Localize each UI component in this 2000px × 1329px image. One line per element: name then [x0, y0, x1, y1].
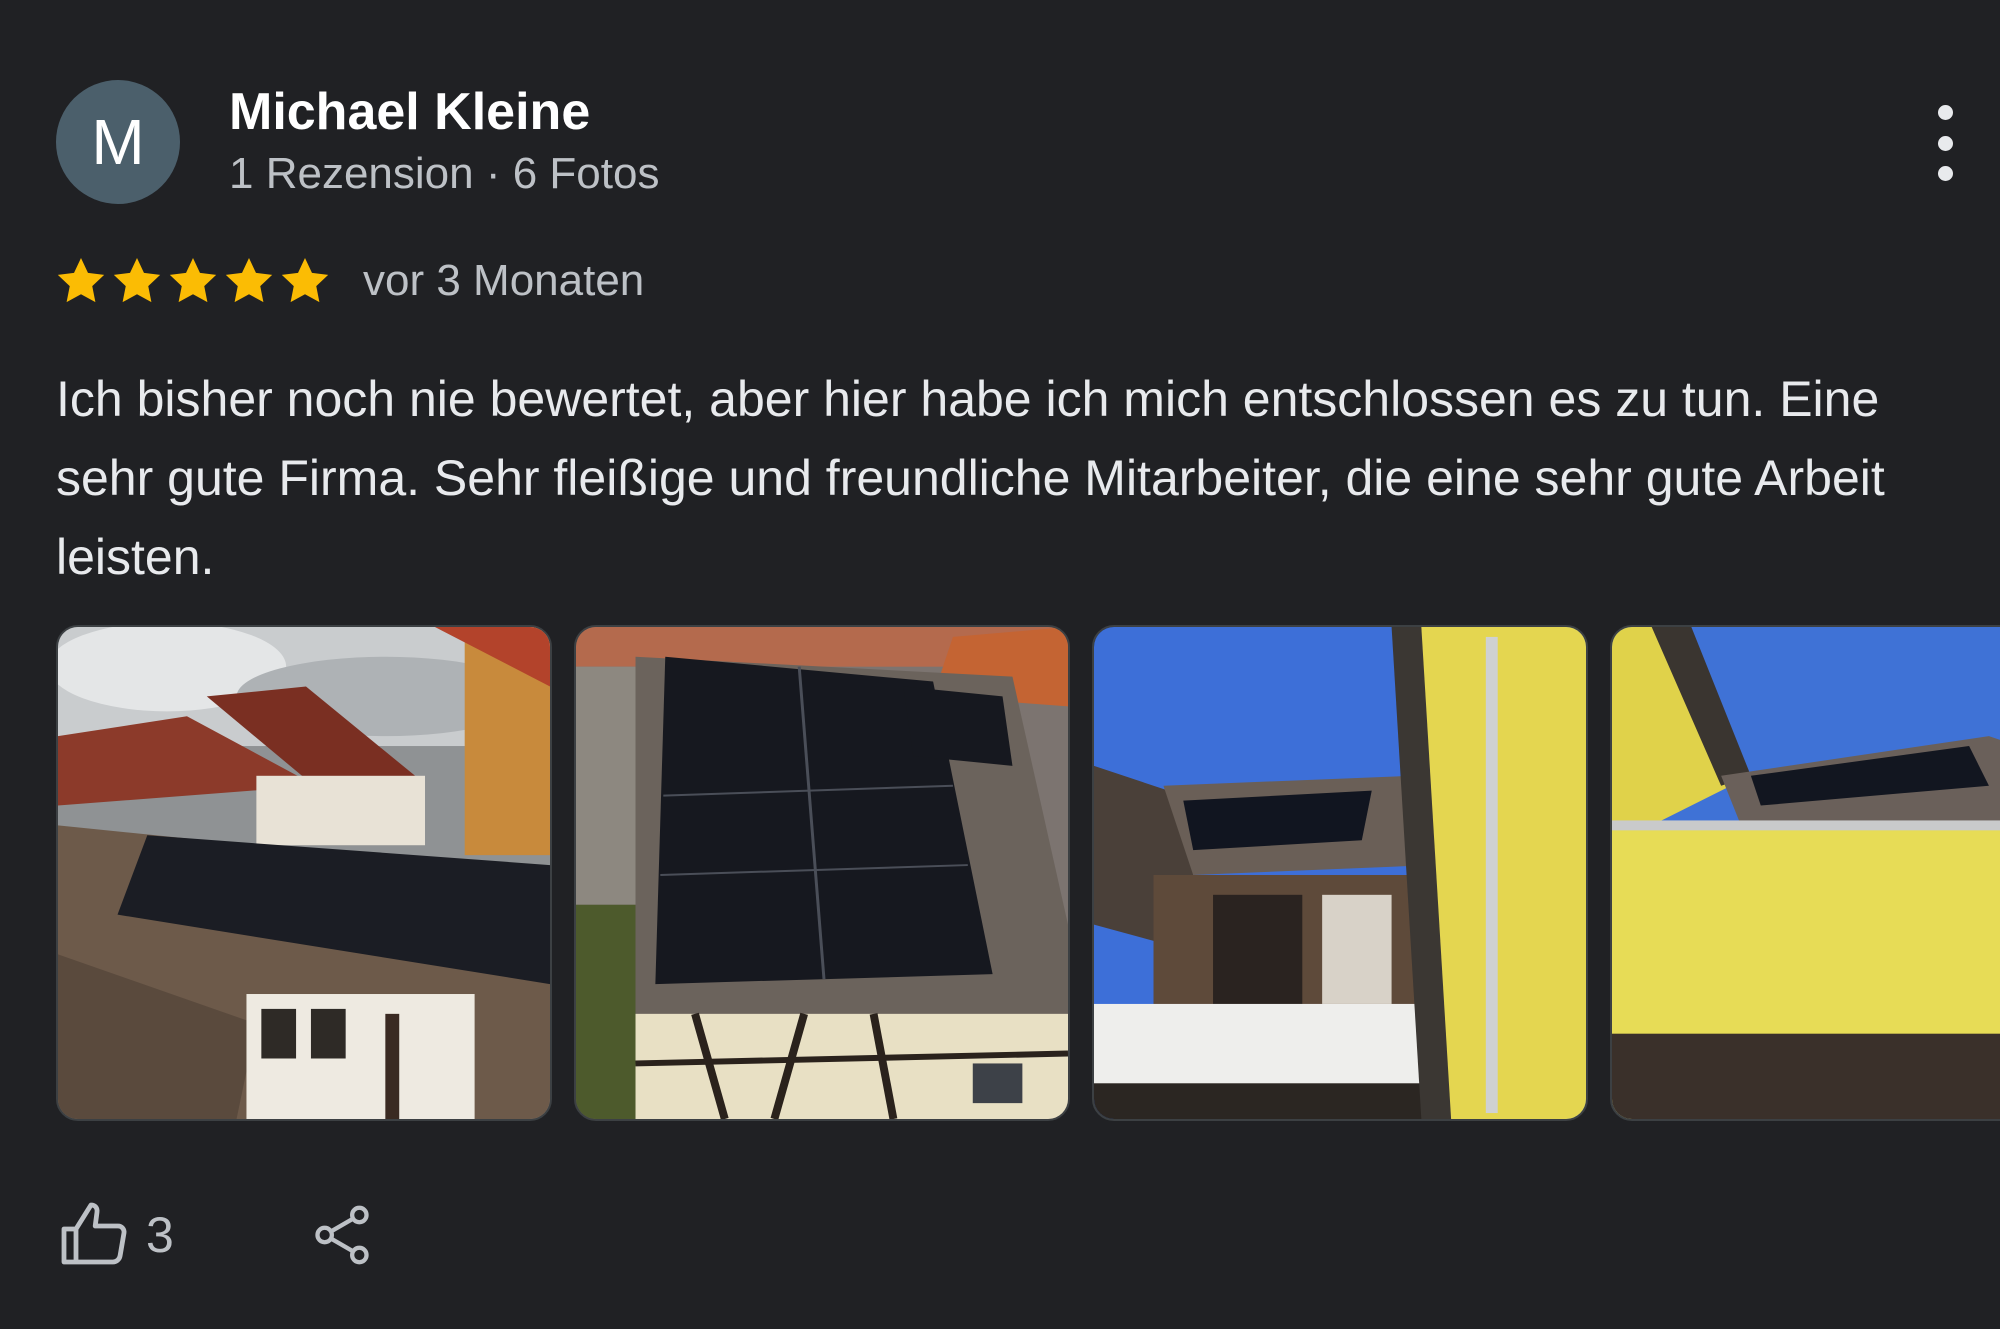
star-icon — [281, 258, 329, 303]
more-options-button[interactable] — [1922, 105, 1968, 181]
like-button[interactable]: 3 — [56, 1199, 174, 1271]
review-photo[interactable] — [1610, 625, 2000, 1121]
review-photo[interactable] — [56, 625, 552, 1121]
more-vert-icon-dot — [1937, 166, 1953, 181]
review-photo[interactable] — [574, 625, 1070, 1121]
rating-row: vor 3 Monaten — [54, 248, 644, 314]
avatar-letter: M — [91, 106, 145, 178]
star-icon — [113, 258, 161, 303]
avatar[interactable]: M — [56, 80, 180, 204]
more-vert-icon — [1937, 105, 1953, 120]
star-icon — [57, 258, 105, 303]
like-count: 3 — [146, 1207, 174, 1263]
star-icon — [225, 258, 273, 303]
share-icon[interactable] — [310, 1199, 374, 1271]
thumb-up-icon — [61, 1202, 127, 1265]
star-icon — [169, 258, 217, 303]
more-vert-icon-dot — [1937, 135, 1953, 151]
author-name[interactable]: Michael Kleine — [229, 82, 590, 142]
review-date: vor 3 Monaten — [363, 256, 645, 305]
review-actions: 3 — [56, 1190, 374, 1280]
author-meta: 1 Rezension · 6 Fotos — [229, 149, 660, 198]
star-rating — [54, 254, 332, 308]
review-text: Ich bisher noch nie bewertet, aber hier … — [56, 371, 1885, 585]
review-photo[interactable] — [1092, 625, 1588, 1121]
photo-strip[interactable] — [56, 625, 2000, 1123]
